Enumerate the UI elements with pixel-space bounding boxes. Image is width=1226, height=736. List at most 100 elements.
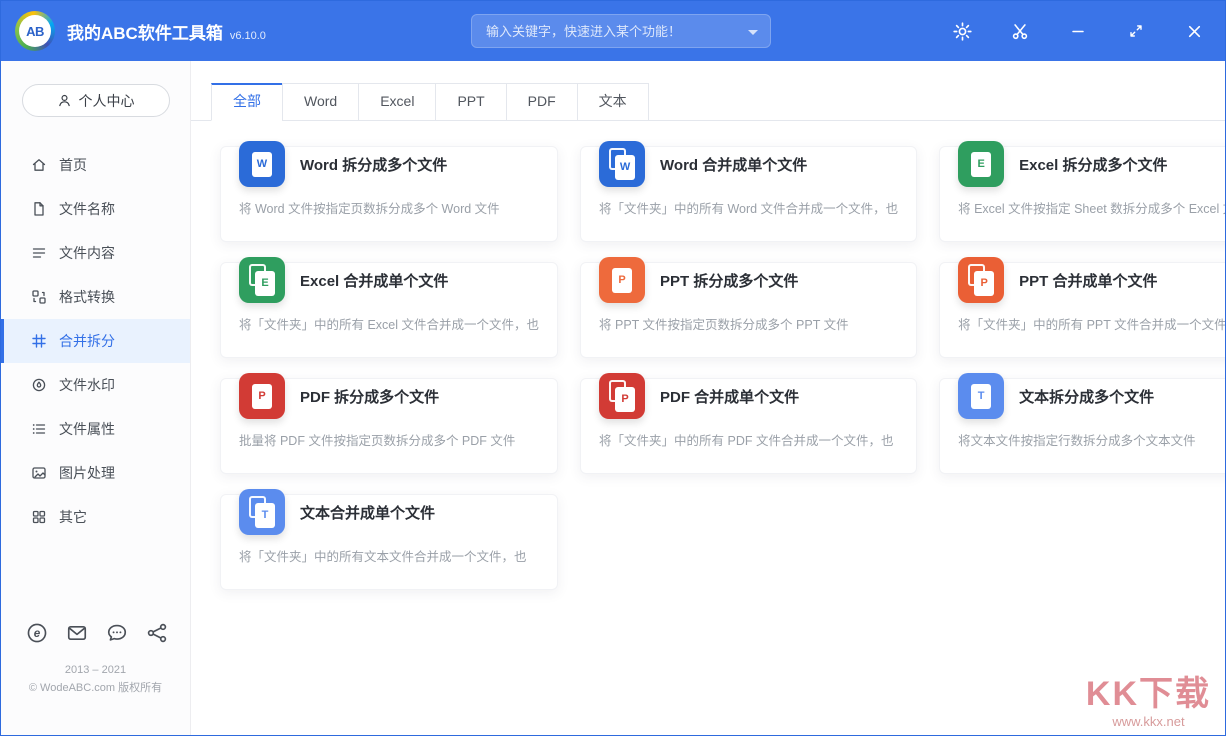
document-front-sheet: T [255,503,275,528]
app-logo-icon: AB [15,11,55,51]
home-icon [31,157,47,173]
sidebar-item-merge-split[interactable]: 合并拆分 [1,319,190,363]
document-icon: P [599,373,645,419]
sidebar-item-image-process[interactable]: 图片处理 [1,451,190,495]
search-box[interactable] [471,14,771,48]
sidebar-bottom: e 2013 – 2021 © WodeABC.com 版权所有 [1,622,190,735]
card-description: 将「文件夹」中的所有 PPT 文件合并成一个文件，也 [958,314,1225,333]
card-description: 批量将 PDF 文件按指定页数拆分成多个 PDF 文件 [239,430,539,449]
document-front-sheet: P [612,268,632,293]
card-description: 将 Word 文件按指定页数拆分成多个 Word 文件 [239,198,539,217]
tools-scissors-icon[interactable] [1010,21,1030,41]
card-head: P PDF 拆分成多个文件 [239,373,539,419]
document-icon: T [239,489,285,535]
card-description: 将「文件夹」中的所有 Excel 文件合并成一个文件，也 [239,314,539,333]
tab-excel[interactable]: Excel [358,83,436,121]
image-process-icon [31,465,47,481]
document-front-sheet: E [255,271,275,296]
profile-center-label: 个人中心 [79,91,135,111]
card-ppt-合并成单个文件[interactable]: P PPT 合并成单个文件 将「文件夹」中的所有 PPT 文件合并成一个文件，也 [939,262,1225,358]
card-head: T 文本拆分成多个文件 [958,373,1225,419]
card-文本合并成单个文件[interactable]: T 文本合并成单个文件 将「文件夹」中的所有文本文件合并成一个文件，也 [220,494,558,590]
card-pdf-拆分成多个文件[interactable]: P PDF 拆分成多个文件 批量将 PDF 文件按指定页数拆分成多个 PDF 文… [220,378,558,474]
document-icon: E [958,141,1004,187]
sidebar-item-file-props[interactable]: 文件属性 [1,407,190,451]
sidebar-item-label: 首页 [59,155,87,175]
sidebar-item-home[interactable]: 首页 [1,143,190,187]
card-description: 将 Excel 文件按指定 Sheet 数拆分成多个 Excel 文件 [958,198,1225,217]
card-description: 将文本文件按指定行数拆分成多个文本文件 [958,430,1225,449]
close-icon[interactable] [1184,21,1204,41]
sidebar-item-watermark[interactable]: 文件水印 [1,363,190,407]
card-title: Word 合并成单个文件 [660,154,807,175]
category-tabs: 全部WordExcelPPTPDF文本 [191,83,1225,121]
card-description: 将「文件夹」中的所有 Word 文件合并成一个文件，也 [599,198,898,217]
card-head: P PDF 合并成单个文件 [599,373,898,419]
card-ppt-拆分成多个文件[interactable]: P PPT 拆分成多个文件 将 PPT 文件按指定页数拆分成多个 PPT 文件 [580,262,917,358]
card-pdf-合并成单个文件[interactable]: P PDF 合并成单个文件 将「文件夹」中的所有 PDF 文件合并成一个文件，也 [580,378,917,474]
document-icon: T [958,373,1004,419]
sidebar-item-format-convert[interactable]: 格式转换 [1,275,190,319]
document-icon: W [239,141,285,187]
card-title: Excel 合并成单个文件 [300,270,448,291]
card-excel-合并成单个文件[interactable]: E Excel 合并成单个文件 将「文件夹」中的所有 Excel 文件合并成一个… [220,262,558,358]
document-icon: E [239,257,285,303]
settings-gear-icon[interactable] [952,21,972,41]
profile-center-button[interactable]: 个人中心 [22,84,170,117]
person-icon [57,93,72,108]
maximize-icon[interactable] [1126,21,1146,41]
sidebar-item-file-content[interactable]: 文件内容 [1,231,190,275]
watermark-icon [31,377,47,393]
document-front-sheet: W [615,155,635,180]
sidebar-item-label: 文件名称 [59,199,115,219]
document-front-sheet: P [615,387,635,412]
card-head: P PPT 拆分成多个文件 [599,257,898,303]
tab-全部[interactable]: 全部 [211,83,283,121]
card-word-拆分成多个文件[interactable]: W Word 拆分成多个文件 将 Word 文件按指定页数拆分成多个 Word … [220,146,558,242]
sidebar-footer: 2013 – 2021 © WodeABC.com 版权所有 [1,661,190,735]
app-title: 我的ABC软件工具箱 v6.10.0 [67,19,266,44]
document-icon: P [599,257,645,303]
sidebar-item-other[interactable]: 其它 [1,495,190,539]
card-title: PDF 拆分成多个文件 [300,386,439,407]
footer-years: 2013 – 2021 [1,661,190,679]
tab-文本[interactable]: 文本 [577,83,649,121]
file-props-icon [31,421,47,437]
browser-icon[interactable]: e [25,622,48,645]
tab-ppt[interactable]: PPT [435,83,506,121]
search-input[interactable] [472,15,770,47]
share-icon[interactable] [145,622,168,645]
document-icon: P [239,373,285,419]
card-head: T 文本合并成单个文件 [239,489,539,535]
card-head: E Excel 拆分成多个文件 [958,141,1225,187]
window-controls [952,1,1225,61]
sidebar-item-label: 图片处理 [59,463,115,483]
document-front-sheet: T [971,384,991,409]
card-title: PDF 合并成单个文件 [660,386,799,407]
titlebar: AB 我的ABC软件工具箱 v6.10.0 [1,1,1225,61]
card-description: 将「文件夹」中的所有 PDF 文件合并成一个文件，也 [599,430,898,449]
sidebar: 个人中心 首页 文件名称 文件内容 格式转换 [1,61,191,735]
app-logo-text: AB [19,15,51,47]
card-head: W Word 合并成单个文件 [599,141,898,187]
tab-pdf[interactable]: PDF [506,83,578,121]
app-window: AB 我的ABC软件工具箱 v6.10.0 [0,0,1226,736]
card-excel-拆分成多个文件[interactable]: E Excel 拆分成多个文件 将 Excel 文件按指定 Sheet 数拆分成… [939,146,1225,242]
document-front-sheet: E [971,152,991,177]
card-word-合并成单个文件[interactable]: W Word 合并成单个文件 将「文件夹」中的所有 Word 文件合并成一个文件… [580,146,917,242]
chevron-down-icon[interactable] [748,30,758,35]
file-content-icon [31,245,47,261]
app-title-text: 我的ABC软件工具箱 [67,19,223,44]
card-title: Word 拆分成多个文件 [300,154,447,175]
mail-icon[interactable] [65,622,88,645]
chat-icon[interactable] [105,622,128,645]
document-icon: P [958,257,1004,303]
minimize-icon[interactable] [1068,21,1088,41]
sidebar-item-label: 文件内容 [59,243,115,263]
merge-split-icon [31,333,47,349]
card-head: E Excel 合并成单个文件 [239,257,539,303]
card-文本拆分成多个文件[interactable]: T 文本拆分成多个文件 将文本文件按指定行数拆分成多个文本文件 [939,378,1225,474]
tab-word[interactable]: Word [282,83,359,121]
sidebar-item-file-name[interactable]: 文件名称 [1,187,190,231]
document-front-sheet: P [252,384,272,409]
